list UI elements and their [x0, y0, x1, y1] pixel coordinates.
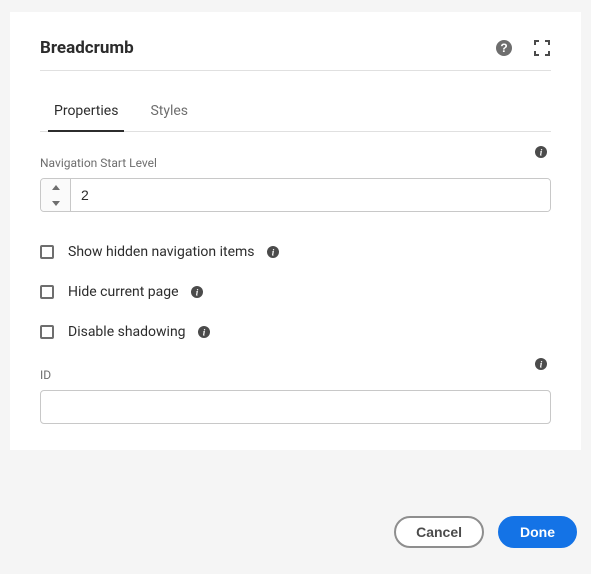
dialog-header: Breadcrumb ?	[40, 38, 551, 71]
help-icon[interactable]: ?	[495, 39, 513, 57]
hide-current-label: Hide current page	[68, 284, 179, 300]
hide-current-row: Hide current page i	[40, 284, 551, 300]
info-icon[interactable]: i	[535, 146, 547, 158]
number-stepper	[41, 179, 71, 211]
step-up-icon[interactable]	[41, 179, 70, 195]
tab-properties[interactable]: Properties	[52, 93, 120, 131]
dialog-footer: Cancel Done	[394, 516, 577, 548]
dialog-title: Breadcrumb	[40, 38, 134, 58]
dialog-panel: Breadcrumb ? Properties Styles i Navigat…	[10, 12, 581, 450]
nav-start-level-input-wrap	[40, 178, 551, 212]
tab-styles[interactable]: Styles	[148, 93, 190, 131]
form-body: i Navigation Start Level Show hidden nav…	[40, 132, 551, 424]
info-icon[interactable]: i	[267, 246, 279, 258]
done-button[interactable]: Done	[498, 516, 577, 548]
disable-shadow-label: Disable shadowing	[68, 324, 186, 340]
header-icon-group: ?	[495, 39, 551, 57]
nav-start-level-label: Navigation Start Level	[40, 156, 551, 170]
fullscreen-icon[interactable]	[533, 39, 551, 57]
svg-text:?: ?	[500, 41, 507, 55]
hide-current-checkbox[interactable]	[40, 285, 54, 299]
info-icon[interactable]: i	[198, 326, 210, 338]
info-icon[interactable]: i	[535, 358, 547, 370]
step-down-icon[interactable]	[41, 195, 70, 211]
info-icon[interactable]: i	[191, 286, 203, 298]
id-group: i ID	[40, 368, 551, 424]
cancel-button[interactable]: Cancel	[394, 516, 484, 548]
tab-bar: Properties Styles	[40, 93, 551, 132]
disable-shadow-row: Disable shadowing i	[40, 324, 551, 340]
show-hidden-checkbox[interactable]	[40, 245, 54, 259]
show-hidden-label: Show hidden navigation items	[68, 244, 255, 260]
id-input[interactable]	[40, 390, 551, 424]
id-label: ID	[40, 368, 551, 382]
disable-shadow-checkbox[interactable]	[40, 325, 54, 339]
nav-start-level-group: i Navigation Start Level	[40, 156, 551, 212]
show-hidden-row: Show hidden navigation items i	[40, 244, 551, 260]
nav-start-level-input[interactable]	[71, 179, 550, 211]
